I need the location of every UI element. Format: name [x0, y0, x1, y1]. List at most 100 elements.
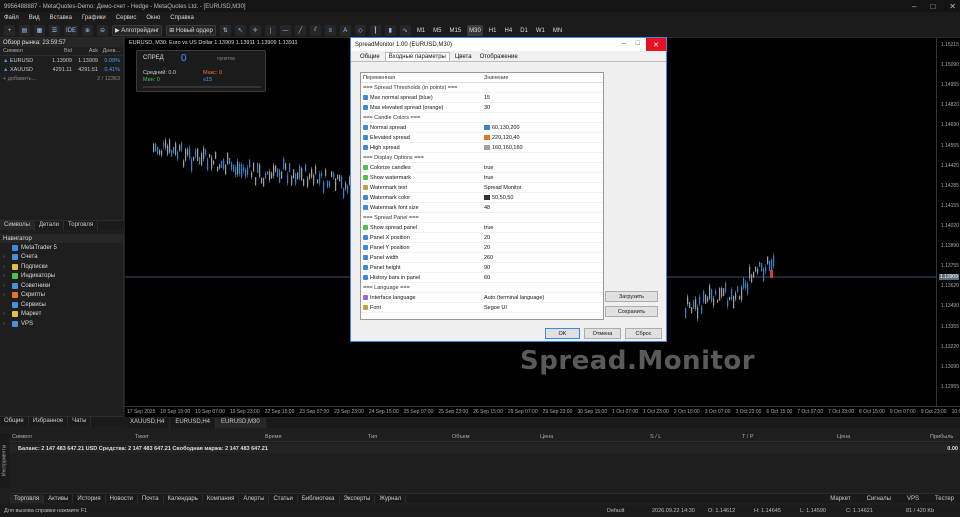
add-symbol-row[interactable]: + добавить... 2 / 12363	[0, 74, 123, 83]
chart-tab[interactable]: EURUSD,H4	[170, 418, 217, 428]
market-link[interactable]: Маркет	[826, 495, 854, 503]
nav-item-vps[interactable]: › VPS	[0, 319, 123, 329]
tab-assets[interactable]: Активы	[44, 494, 74, 503]
nav-item-indicators[interactable]: › Индикаторы	[0, 272, 123, 282]
tab-calendar[interactable]: Календарь	[164, 494, 203, 503]
parameter-value[interactable]: 30	[482, 105, 603, 111]
nav-item-subscriptions[interactable]: › Подписки	[0, 262, 123, 272]
vps-link[interactable]: VPS	[903, 495, 923, 503]
col-type[interactable]: Тип	[368, 434, 377, 440]
menu-insert[interactable]: Вставка	[50, 15, 72, 21]
line-chart-icon[interactable]: ∿	[399, 25, 411, 36]
parameter-row[interactable]: Elevated spread 220,120,40	[361, 133, 603, 143]
nav-item-experts[interactable]: › Советники	[0, 281, 123, 291]
new-order-button[interactable]: ⊞ Новый ордер	[166, 25, 216, 36]
menu-tools[interactable]: Сервис	[116, 15, 137, 21]
parameter-value[interactable]: 20	[482, 245, 603, 251]
reset-button[interactable]: Сброс	[625, 328, 662, 339]
cancel-button[interactable]: Отмена	[584, 328, 621, 339]
parameter-row[interactable]: Normal spread 60,130,200	[361, 123, 603, 133]
col-profit[interactable]: Прибыль	[930, 434, 953, 440]
parameter-row[interactable]: Watermark font size 48	[361, 203, 603, 213]
signals-link[interactable]: Сигналы	[863, 495, 895, 503]
parameter-row[interactable]: Show watermark true	[361, 173, 603, 183]
col-current-price[interactable]: Цена	[837, 434, 850, 440]
navigator-icon[interactable]: ☰	[49, 25, 60, 36]
menu-file[interactable]: Файл	[4, 15, 19, 21]
maximize-icon[interactable]: □	[930, 2, 935, 11]
col-ask[interactable]: Ask	[72, 48, 98, 54]
parameter-value[interactable]: 260	[482, 255, 603, 261]
parameter-row[interactable]: Watermark text Spread Monitor	[361, 183, 603, 193]
trendline-icon[interactable]: ╱	[294, 25, 306, 36]
tab-library[interactable]: Библиотека	[298, 494, 340, 503]
tab-chats[interactable]: Чаты	[68, 417, 92, 426]
tf-h1[interactable]: H1	[487, 25, 499, 36]
parameter-value[interactable]: 60	[482, 275, 603, 281]
tab-articles[interactable]: Статьи	[269, 494, 298, 503]
profiles-icon[interactable]: ▤	[19, 25, 30, 36]
minimize-icon[interactable]: –	[622, 40, 626, 47]
parameter-row[interactable]: Colorize candles true	[361, 163, 603, 173]
parameter-value[interactable]: 15	[482, 95, 603, 101]
col-bid[interactable]: Bid	[46, 48, 72, 54]
parameter-row[interactable]: Show spread panel true	[361, 223, 603, 233]
parameter-row[interactable]: Max normal spread (blue) 15	[361, 93, 603, 103]
bar-chart-icon[interactable]: ┃	[369, 25, 381, 36]
col-value[interactable]: Значение	[482, 75, 603, 81]
parameter-value[interactable]: true	[482, 165, 603, 171]
nav-item-services[interactable]: Сервисы	[0, 300, 123, 310]
tab-mailbox[interactable]: Почта	[138, 494, 164, 503]
fibo-icon[interactable]: ≡	[324, 25, 336, 36]
close-icon[interactable]: ✕	[646, 38, 666, 51]
chart-tab[interactable]: EURUSD,M30	[216, 418, 266, 428]
tf-m15[interactable]: M15	[448, 25, 464, 36]
tab-details[interactable]: Детали	[35, 221, 65, 230]
algotrading-button[interactable]: ▶ Алготрейдинг	[112, 25, 163, 36]
parameter-row[interactable]: Panel Y position 20	[361, 243, 603, 253]
status-profile[interactable]: Default	[607, 508, 624, 514]
tab-news[interactable]: Новости	[106, 494, 138, 503]
parameter-value[interactable]: 48	[482, 205, 603, 211]
ok-button[interactable]: OK	[545, 328, 580, 339]
parameter-value[interactable]: 60,130,200	[482, 125, 603, 131]
parameter-row[interactable]: Interface language Auto (terminal languag…	[361, 293, 603, 303]
tab-trade[interactable]: Торговля	[10, 494, 45, 503]
tf-mn[interactable]: MN	[551, 25, 564, 36]
save-button[interactable]: Сохранить	[605, 306, 658, 317]
tab-company[interactable]: Компания	[203, 494, 240, 503]
menu-help[interactable]: Справка	[170, 15, 194, 21]
ide-button[interactable]: IDE	[64, 25, 79, 36]
load-button[interactable]: Загрузить	[605, 291, 658, 302]
tf-d1[interactable]: D1	[518, 25, 530, 36]
parameter-value[interactable]: Spread Monitor	[482, 185, 603, 191]
nav-item-metatrader[interactable]: MetaTrader 5	[0, 243, 123, 253]
parameter-value[interactable]: Auto (terminal language)	[482, 295, 603, 301]
close-icon[interactable]: ✕	[949, 2, 956, 11]
tab-alerts[interactable]: Алерты	[239, 494, 270, 503]
text-icon[interactable]: A	[339, 25, 351, 36]
candles-icon[interactable]: ▮	[384, 25, 396, 36]
horizontal-line-icon[interactable]: —	[279, 25, 291, 36]
parameter-value[interactable]: 20	[482, 235, 603, 241]
cursor-icon[interactable]: ↖	[234, 25, 246, 36]
menu-view[interactable]: Вид	[29, 15, 40, 21]
tab-experts[interactable]: Эксперты	[340, 494, 376, 503]
parameter-row[interactable]: Max elevated spread (orange) 30	[361, 103, 603, 113]
parameter-row[interactable]: History bars in panel 60	[361, 273, 603, 283]
crosshair-icon[interactable]: ✛	[249, 25, 261, 36]
menu-window[interactable]: Окно	[146, 15, 160, 21]
col-change[interactable]: Днев...	[98, 48, 122, 54]
maximize-icon[interactable]: □	[636, 40, 640, 47]
tab-colors[interactable]: Цвета	[452, 53, 475, 61]
parameter-value[interactable]: 90	[482, 265, 603, 271]
tf-m5[interactable]: M5	[431, 25, 443, 36]
col-sl[interactable]: S / L	[650, 434, 661, 440]
parameter-row[interactable]: Watermark color 50,50,50	[361, 193, 603, 203]
parameter-value[interactable]: 160,160,160	[482, 145, 603, 151]
market-row[interactable]: ▲ EURUSD 1.13909 1.13909 0.09%	[0, 56, 123, 65]
toolbox-side-label[interactable]: Инструменты	[0, 433, 9, 488]
parameter-value[interactable]: Segoe UI	[482, 305, 603, 311]
parameter-row[interactable]: Panel height 90	[361, 263, 603, 273]
vertical-line-icon[interactable]: |	[264, 25, 276, 36]
